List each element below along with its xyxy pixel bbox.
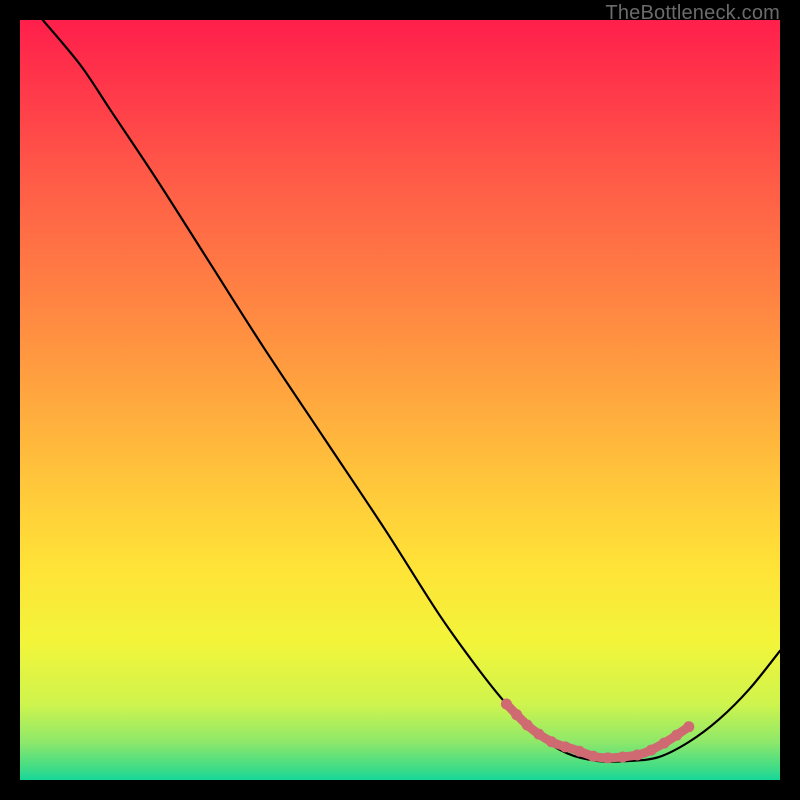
chart-plot <box>20 20 780 780</box>
chart-background <box>20 20 780 780</box>
chart-frame: TheBottleneck.com <box>0 0 800 800</box>
watermark-text: TheBottleneck.com <box>605 2 780 25</box>
